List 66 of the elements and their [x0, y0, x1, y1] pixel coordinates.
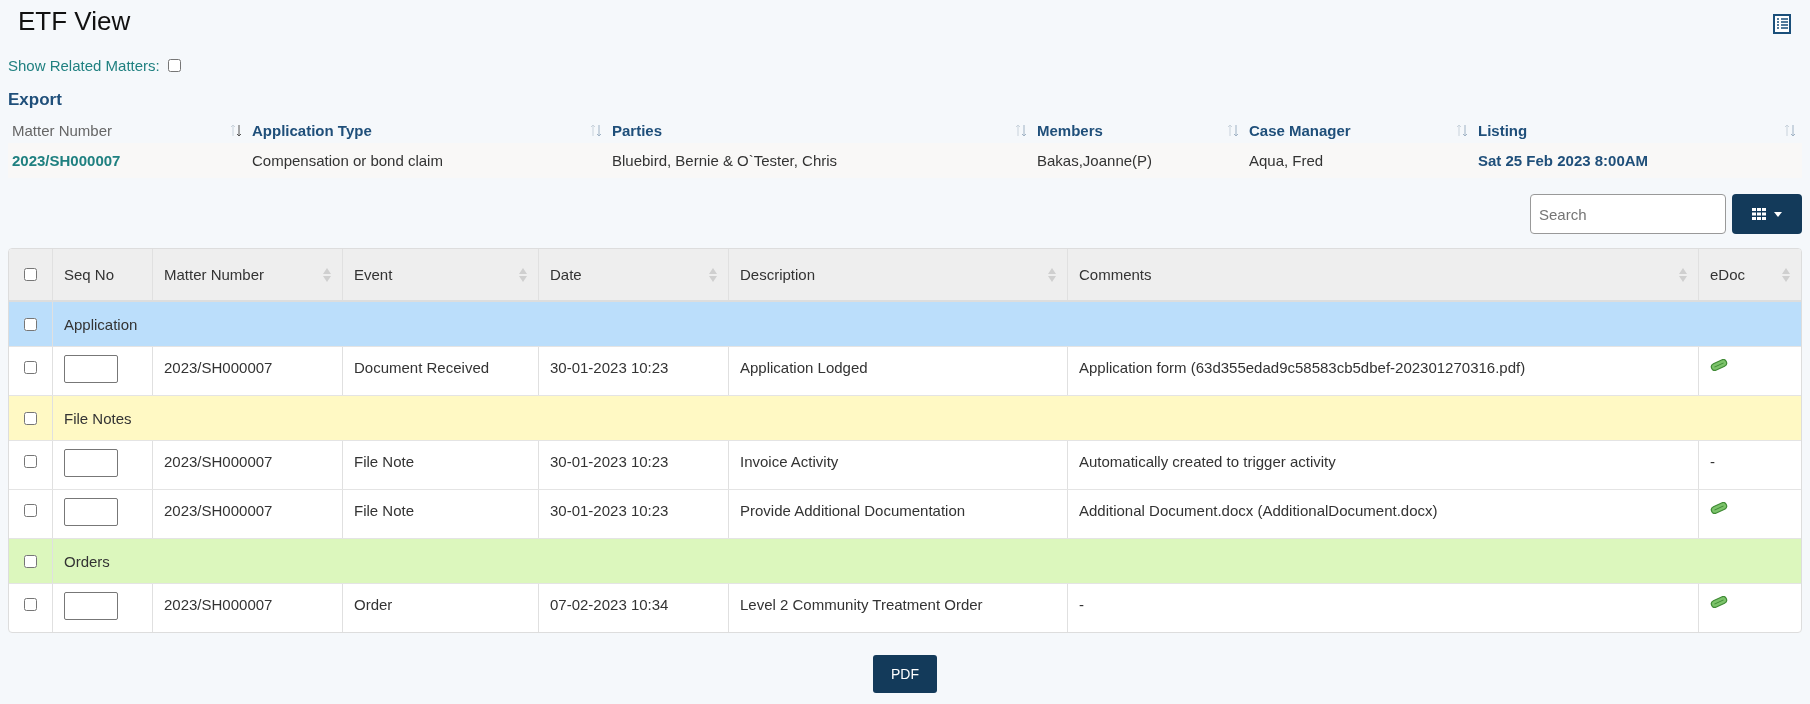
caret-icon [1774, 211, 1782, 217]
table-cell: File Note [354, 453, 415, 470]
table-cell: 2023/SH000007 [164, 453, 273, 470]
row-checkbox[interactable] [24, 455, 37, 468]
table-cell: 30-01-2023 10:23 [550, 453, 669, 470]
select-all-checkbox[interactable] [24, 268, 37, 281]
table-cell: Provide Additional Documentation [740, 502, 966, 519]
table-cell: Order [354, 596, 393, 613]
table-cell: 2023/SH000007 [164, 502, 273, 519]
row-checkbox[interactable] [24, 317, 37, 331]
table-cell: Level 2 Community Treatment Order [740, 596, 983, 613]
row-checkbox[interactable] [24, 411, 37, 425]
table-cell: Application Lodged [740, 359, 868, 376]
column-header[interactable]: Comments [1079, 266, 1152, 283]
summary-value: Bakas,Joanne(P) [1037, 152, 1153, 169]
column-header[interactable]: Matter Number [164, 266, 265, 283]
summary-value: 2023/SH000007 [12, 152, 121, 169]
summary-value: Aqua, Fred [1249, 152, 1324, 169]
seq-input-field[interactable] [64, 449, 118, 477]
seq-input-field[interactable] [64, 592, 118, 620]
table-cell: Invoice Activity [740, 453, 839, 470]
list-view-icon[interactable] [1772, 13, 1792, 34]
table-cell: 07-02-2023 10:34 [550, 596, 669, 613]
summary-value: Bluebird, Bernie & O`Tester, Chris [612, 152, 838, 169]
column-header[interactable]: Description [740, 266, 816, 283]
page-title: ETF View [18, 6, 131, 37]
column-header[interactable]: Case Manager [1249, 122, 1351, 139]
column-header[interactable]: Parties [612, 122, 663, 139]
grid-icon [1752, 208, 1766, 220]
summary-value: Sat 25 Feb 2023 8:00AM [1478, 152, 1649, 169]
summary-value: Compensation or bond claim [252, 152, 443, 169]
column-header[interactable]: Date [550, 266, 582, 283]
seq-input-field[interactable] [64, 498, 118, 526]
table-cell: 2023/SH000007 [164, 596, 273, 613]
table-cell: 2023/SH000007 [164, 359, 273, 376]
search-field[interactable]: Search [1530, 194, 1726, 234]
column-header[interactable]: Event [354, 266, 393, 283]
table-cell: - [1710, 453, 1715, 470]
columns-dropdown-button[interactable] [1732, 194, 1802, 234]
column-header[interactable]: Matter Number [12, 122, 113, 139]
table-cell: Automatically created to trigger activity [1079, 453, 1336, 470]
table-cell: File Note [354, 502, 415, 519]
column-header[interactable]: Listing [1478, 122, 1528, 139]
seq-input-field[interactable] [64, 355, 118, 383]
group-label: Orders [64, 552, 110, 570]
pdf-button[interactable]: PDF [873, 655, 937, 693]
row-checkbox[interactable] [24, 598, 37, 611]
sort-icon[interactable] [230, 123, 242, 137]
table-cell: 30-01-2023 10:23 [550, 359, 669, 376]
column-header[interactable]: eDoc [1710, 266, 1746, 283]
export-title: Export [8, 90, 63, 110]
row-checkbox[interactable] [24, 361, 37, 374]
row-checkbox[interactable] [24, 504, 37, 517]
table-cell: - [1079, 596, 1084, 613]
row-checkbox[interactable] [24, 554, 37, 568]
show-related-label: Show Related Matters: [8, 57, 160, 74]
column-header[interactable]: Seq No [64, 266, 115, 283]
show-related-checkbox[interactable] [167, 59, 181, 72]
table-cell: Document Received [354, 359, 490, 376]
table-cell: 30-01-2023 10:23 [550, 502, 669, 519]
table-cell: Additional Document.docx (AdditionalDocument.docx) [1079, 502, 1438, 519]
column-header[interactable]: Members [1037, 122, 1103, 139]
column-header[interactable]: Application Type [252, 122, 372, 139]
group-label: File Notes [64, 409, 132, 427]
group-label: Application [64, 315, 138, 333]
table-cell: Application form (63d355edad9c58583cb5dbef-202301270316.pdf) [1079, 359, 1526, 376]
